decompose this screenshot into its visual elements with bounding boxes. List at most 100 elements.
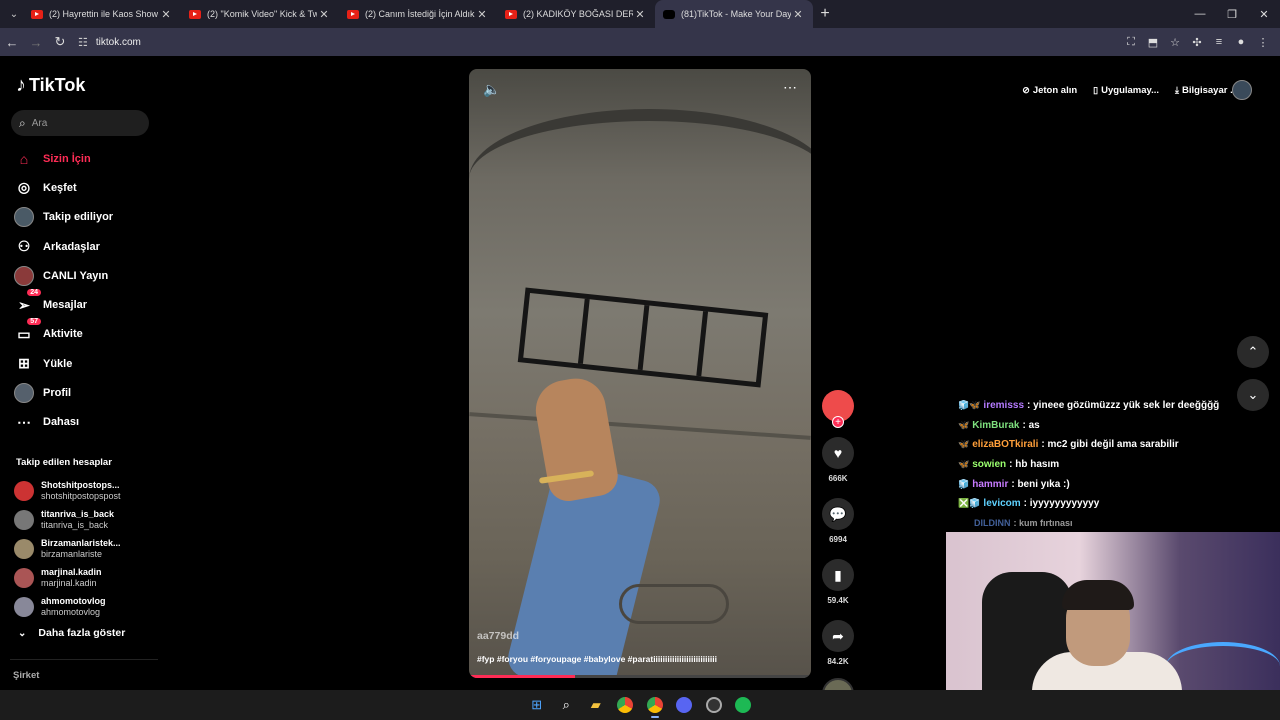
save-action[interactable]: ▮ 59.4K — [821, 559, 855, 605]
volume-icon[interactable]: 🔈 — [483, 81, 500, 98]
browser-tab[interactable]: (2) Hayrettin ile Kaos Show - 2...✕ — [23, 0, 181, 28]
user-avatar[interactable] — [1232, 80, 1252, 100]
get-app-label: Uygulamay... — [1101, 84, 1160, 96]
tab-search-icon[interactable]: ⌄ — [5, 5, 23, 23]
browser-menu-icon[interactable]: ⋮ — [1252, 36, 1274, 49]
divider — [10, 659, 158, 660]
youtube-icon — [347, 9, 359, 19]
sidebar-item-upload[interactable]: ⊞ Yükle — [14, 349, 113, 378]
desktop-app-label: Bilgisayar ... — [1182, 84, 1238, 96]
bookmark-star-icon[interactable]: ☆ — [1164, 36, 1186, 49]
video-username[interactable]: aa779dd — [477, 630, 519, 642]
toolbar-icons: ⛶ ⬒ ☆ ✣ ≡ ● ⋮ — [1120, 28, 1274, 56]
list-item[interactable]: marjinal.kadin marjinal.kadin — [14, 564, 121, 593]
list-item[interactable]: Birzamanlaristek... birzamanlariste — [14, 534, 121, 563]
reload-icon[interactable]: ↻ — [48, 34, 72, 50]
following-list: Shotshitpostops... shotshitpostopspost ti… — [14, 476, 121, 622]
back-icon[interactable]: ← — [0, 35, 24, 50]
get-app-button[interactable]: ▯ Uygulamay... — [1085, 79, 1167, 101]
share-icon[interactable]: ➦ — [822, 620, 854, 652]
list-item[interactable]: ahmomotovlog ahmomotovlog — [14, 593, 121, 622]
creator-avatar[interactable]: + — [822, 390, 854, 428]
tab-title: (2) Hayrettin ile Kaos Show - 2... — [49, 9, 159, 19]
sidebar-item-following[interactable]: Takip ediliyor — [14, 203, 113, 232]
new-tab-button[interactable]: + — [813, 5, 837, 23]
avatar — [14, 480, 34, 501]
sidebar-item-for-you[interactable]: ⌂ Sizin İçin — [14, 144, 113, 173]
list-item[interactable]: Shotshitpostops... shotshitpostopspost — [14, 476, 121, 505]
discord-icon[interactable] — [670, 690, 700, 720]
bookmark-icon[interactable]: ▮ — [822, 559, 854, 591]
sidebar-item-label: Mesajlar — [43, 299, 88, 312]
show-more-button[interactable]: ⌄ Daha fazla göster — [18, 627, 125, 639]
address-bar[interactable]: ☷ tiktok.com — [78, 36, 141, 49]
get-coins-button[interactable]: ⊘ Jeton alın — [1014, 79, 1085, 101]
company-link[interactable]: Şirket — [13, 670, 39, 681]
browser-tab[interactable]: (2) KADIKÖY BOĞASI DERBİ KE...✕ — [497, 0, 655, 28]
browser-tab[interactable]: (2) Canım İstediği İçin Aldıkları...✕ — [339, 0, 497, 28]
recorder-icon[interactable] — [699, 690, 729, 720]
chrome-icon[interactable] — [611, 690, 641, 720]
restore-icon[interactable]: ❐ — [1216, 8, 1248, 21]
messages-icon: ➢ 24 — [14, 289, 41, 315]
following-heading: Takip edilen hesaplar — [16, 457, 112, 468]
chrome-active-icon[interactable] — [640, 690, 670, 720]
forward-icon[interactable]: → — [24, 35, 48, 50]
browser-tab-active[interactable]: (81)TikTok - Make Your Day ✕ — [655, 0, 813, 28]
tiktok-icon — [663, 9, 675, 19]
close-tab-icon[interactable]: ✕ — [791, 8, 805, 21]
site-info-icon[interactable]: ☷ — [78, 36, 88, 49]
more-icon: ⋯ — [17, 413, 31, 430]
minimize-icon[interactable]: — — [1184, 8, 1216, 20]
chat-text: : hb hasım — [1009, 459, 1060, 471]
search-icon[interactable]: ⌕ — [552, 690, 582, 720]
friends-icon: ⚇ — [17, 238, 31, 255]
heart-icon[interactable]: ♥ — [822, 437, 854, 469]
more-options-icon[interactable]: ⋯ — [783, 79, 797, 96]
phone-icon: ▯ — [1093, 84, 1099, 95]
video-player[interactable]: 🔈 ⋯ aa779dd #fyp #foryou #foryoupage #ba… — [469, 69, 811, 678]
sidebar-item-explore[interactable]: ◎ Keşfet — [14, 173, 113, 202]
follow-plus-icon[interactable]: + — [832, 416, 844, 428]
close-tab-icon[interactable]: ✕ — [317, 8, 331, 21]
logo-text: TikTok — [29, 75, 86, 95]
close-tab-icon[interactable]: ✕ — [633, 8, 647, 21]
install-app-icon[interactable]: ⬒ — [1142, 36, 1164, 49]
sidebar-item-more[interactable]: ⋯ Dahası — [14, 408, 113, 437]
sidebar-item-friends[interactable]: ⚇ Arkadaşlar — [14, 232, 113, 261]
home-icon: ⌂ — [19, 150, 29, 167]
video-progress-bar[interactable] — [469, 675, 811, 678]
share-action[interactable]: ➦ 84.2K — [821, 620, 855, 666]
sidebar: ♪ TikTok ⌕ Ara ⌂ Sizin İçin ◎ Keşfet Takip e… — [0, 56, 160, 686]
sidebar-item-messages[interactable]: ➢ 24 Mesajlar — [14, 289, 113, 319]
activity-icon: ▭ 57 — [14, 318, 41, 344]
chat-username: levicom — [983, 498, 1021, 510]
spotify-icon[interactable] — [729, 690, 759, 720]
close-window-icon[interactable]: ✕ — [1248, 8, 1280, 21]
media-control-icon[interactable]: ≡ — [1208, 36, 1230, 48]
activity-badge: 57 — [27, 318, 41, 326]
chevron-up-icon[interactable]: ⌃ — [1237, 336, 1269, 368]
sidebar-item-activity[interactable]: ▭ 57 Aktivite — [14, 318, 113, 349]
search-input[interactable]: ⌕ Ara — [11, 110, 149, 136]
sidebar-item-live[interactable]: CANLI Yayın — [14, 261, 113, 290]
file-explorer-icon[interactable]: ▰ — [581, 690, 611, 720]
extensions-icon[interactable]: ✣ — [1186, 36, 1208, 49]
close-tab-icon[interactable]: ✕ — [475, 8, 489, 21]
close-tab-icon[interactable]: ✕ — [159, 8, 173, 21]
browser-tab[interactable]: (2) "Komik Video" Kick & Twitch...✕ — [181, 0, 339, 28]
translate-icon[interactable]: ⛶ — [1120, 36, 1142, 49]
tiktok-logo[interactable]: ♪ TikTok — [16, 74, 85, 97]
list-item[interactable]: titanriva_is_back titanriva_is_back — [14, 505, 121, 534]
chat-badges: ❎🧊 — [958, 498, 981, 509]
windows-start-icon[interactable]: ⊞ — [522, 690, 552, 720]
video-frame-body-line — [469, 412, 811, 440]
chat-badges: 🦋 — [958, 439, 970, 450]
profile-avatar-icon[interactable]: ● — [1230, 36, 1252, 48]
video-caption[interactable]: #fyp #foryou #foryoupage #babylove #para… — [477, 654, 717, 664]
comment-icon[interactable]: 💬 — [822, 498, 854, 530]
comment-action[interactable]: 💬 6994 — [821, 498, 855, 544]
like-action[interactable]: ♥ 666K — [821, 437, 855, 483]
sidebar-item-label: Profil — [43, 387, 72, 400]
sidebar-item-profile[interactable]: Profil — [14, 378, 113, 407]
